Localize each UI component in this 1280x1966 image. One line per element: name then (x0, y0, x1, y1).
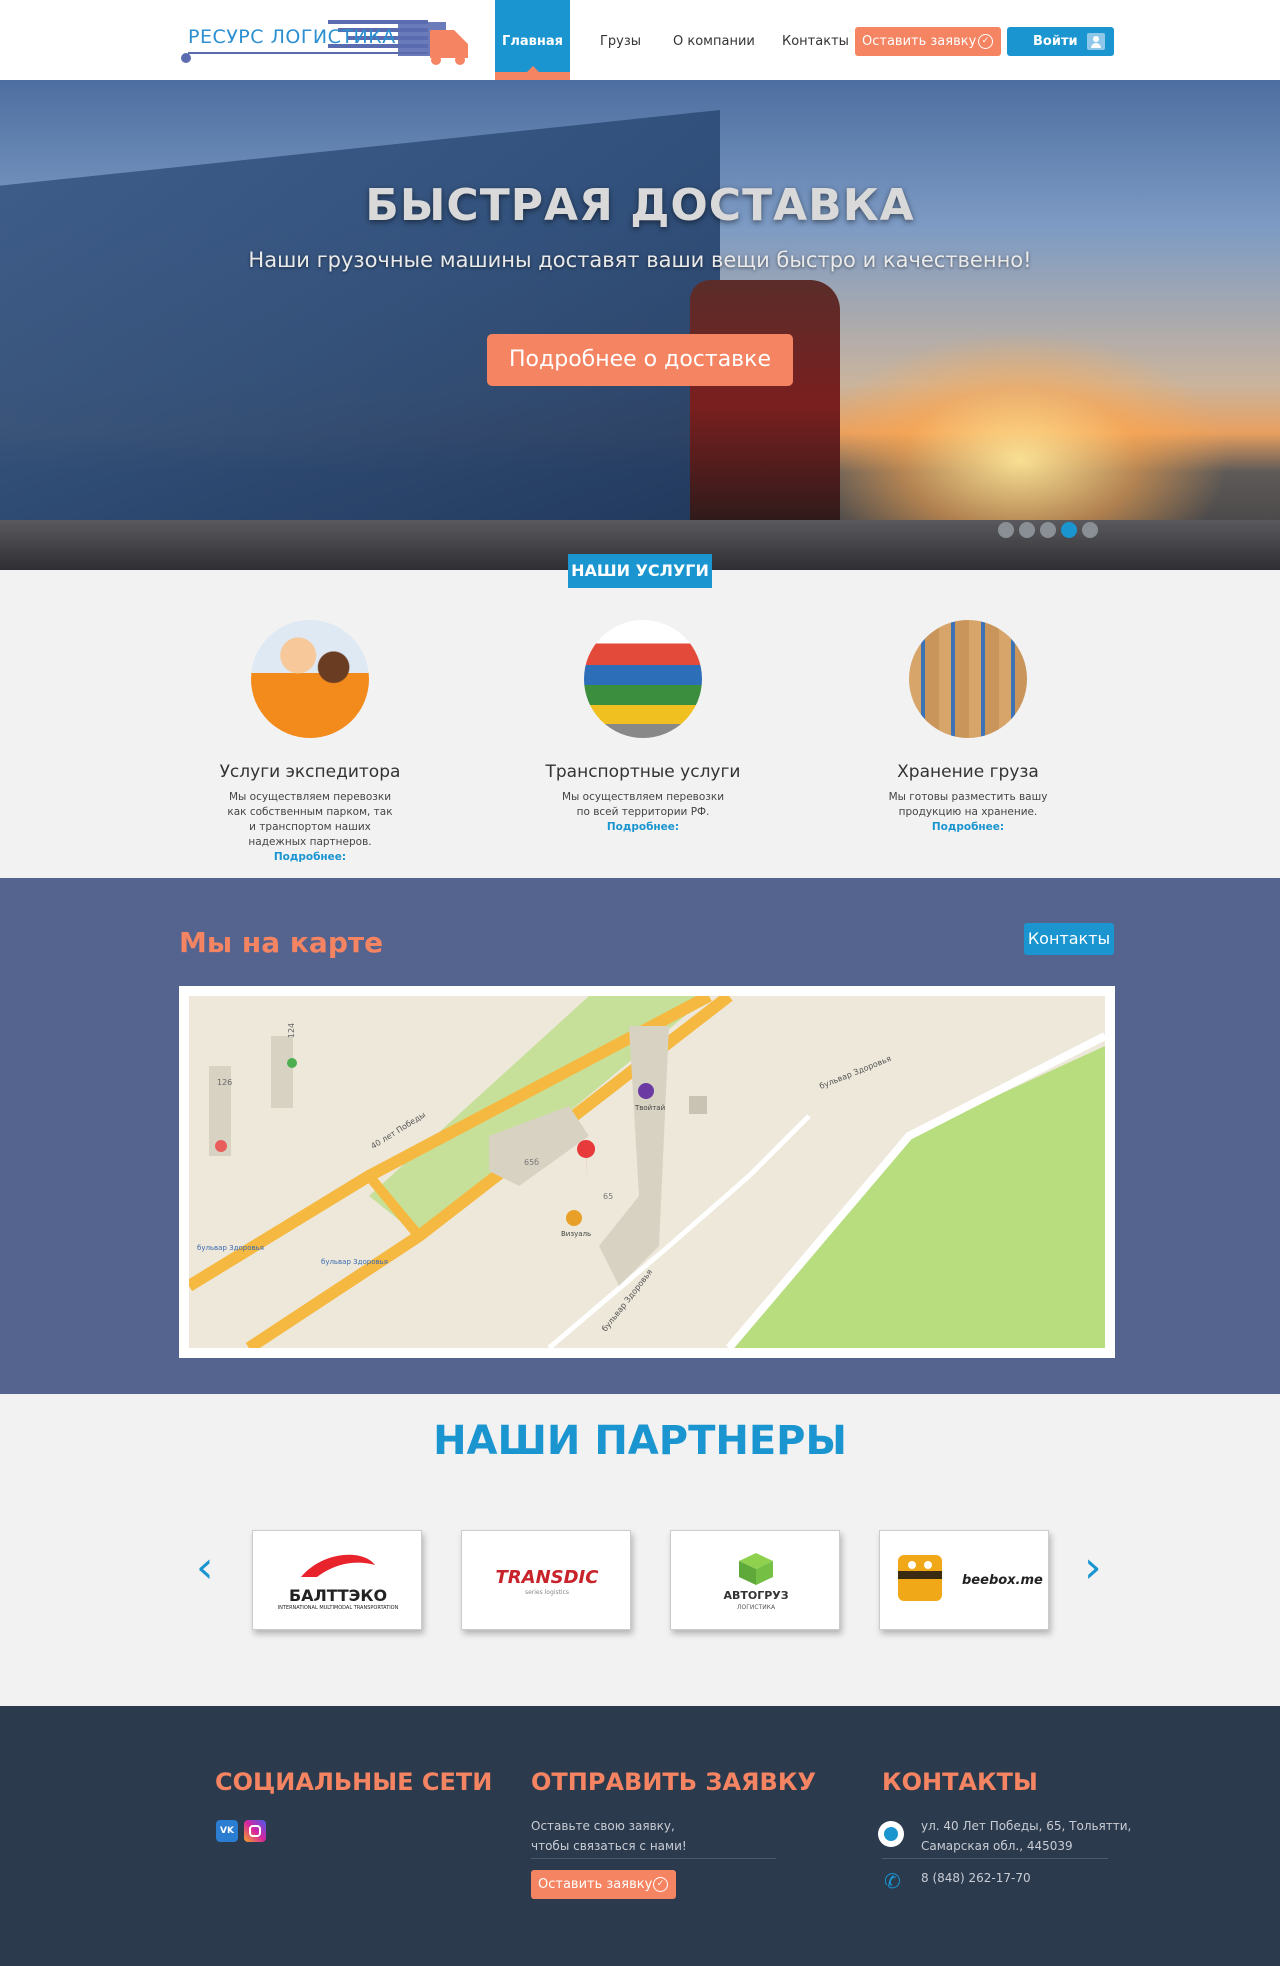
slider-dot-active[interactable] (1061, 522, 1077, 538)
service-title: Услуги экспедитора (219, 762, 401, 782)
service-card-storage: Хранение груза Мы готовы разместить вашу… (838, 620, 1098, 835)
baltteko-logo-icon (301, 1554, 375, 1577)
logo-text: РЕСУРС ЛОГИСТИКА (188, 26, 396, 48)
map-label: бульвар Здоровья (197, 1244, 264, 1252)
order-button[interactable]: Оставить заявку ✓ (855, 27, 1001, 56)
partner-sub: INTERNATIONAL MULTIMODAL TRANSPORTATION (277, 1605, 399, 1611)
footer-phone[interactable]: 8 (848) 262-17-70 (921, 1868, 1031, 1888)
login-button[interactable]: Войти (1007, 27, 1114, 56)
map-label: 65 (603, 1192, 614, 1201)
login-button-label: Войти (1033, 34, 1078, 49)
footer-social-title: СОЦИАЛЬНЫЕ СЕТИ (215, 1768, 493, 1796)
service-desc: Мы готовы разместить вашу продукцию на х… (888, 791, 1048, 818)
partner-name: TRANSDIC (495, 1567, 599, 1588)
map-label: Визуаль (561, 1230, 592, 1238)
services-section: НАШИ УСЛУГИ Услуги экспедитора Мы осущес… (0, 554, 1280, 878)
partners-section: НАШИ ПАРТНЕРЫ ‹ БАЛТТЭКО INTERNATIONAL M… (0, 1394, 1280, 1706)
nav-cargo[interactable]: Грузы (600, 34, 641, 49)
avtogruz-cube-icon (739, 1553, 773, 1585)
nav-active-arrow-icon (527, 66, 539, 72)
service-title: Транспортные услуги (545, 762, 741, 782)
footer-order-text: Оставьте свою заявку, (531, 1819, 675, 1833)
service-card-forwarder: Услуги экспедитора Мы осуществляем перев… (180, 620, 440, 865)
service-card-transport: Транспортные услуги Мы осуществляем пере… (513, 620, 773, 835)
delivery-details-button[interactable]: Подробнее о доставке (487, 334, 793, 386)
footer-contacts-title: КОНТАКТЫ (882, 1768, 1038, 1796)
check-icon: ✓ (978, 34, 993, 49)
partner-sub: ЛОГИСТИКА (736, 1604, 776, 1611)
footer-address: Самарская обл., 445039 (921, 1839, 1073, 1853)
map-label: бульвар Здоровья (321, 1258, 388, 1266)
map[interactable]: 124 126 40 лет Победы бульвар Здоровья б… (189, 996, 1105, 1348)
globe-icon (878, 1821, 904, 1847)
site-header: РЕСУРС ЛОГИСТИКА Главная Грузы О компани… (0, 0, 1280, 80)
storage-photo (909, 620, 1027, 738)
footer-order-title: ОТПРАВИТЬ ЗАЯВКУ (531, 1768, 816, 1796)
transport-photo (584, 620, 702, 738)
footer-order-button-label: Оставить заявку (538, 1877, 653, 1892)
footer-order-text: чтобы связаться с нами! (531, 1839, 687, 1853)
slider-dot[interactable] (1040, 522, 1056, 538)
hero-subtitle: Наши грузочные машины доставят ваши вещи… (248, 248, 1032, 272)
hero-title: БЫСТРАЯ ДОСТАВКА (365, 180, 915, 231)
partner-name: АВТОГРУЗ (723, 1589, 789, 1602)
divider (531, 1858, 776, 1859)
forwarder-photo (251, 620, 369, 738)
slider-dot[interactable] (998, 522, 1014, 538)
phone-icon: ✆ (884, 1869, 901, 1893)
partner-name: БАЛТТЭКО (288, 1586, 388, 1605)
partner-logo-avtogruz[interactable]: АВТОГРУЗ ЛОГИСТИКА (670, 1530, 840, 1630)
map-label: Твойтай (635, 1104, 666, 1112)
logo[interactable]: РЕСУРС ЛОГИСТИКА (178, 16, 478, 68)
map-title: Мы на карте (179, 926, 384, 959)
services-tab: НАШИ УСЛУГИ (568, 554, 712, 588)
hero-slider: БЫСТРАЯ ДОСТАВКА Наши грузочные машины д… (0, 80, 1280, 570)
service-title: Хранение груза (897, 762, 1039, 782)
partners-title: НАШИ ПАРТНЕРЫ (433, 1418, 847, 1464)
partner-logo-beebox[interactable]: beebox.me (879, 1530, 1049, 1630)
service-desc: Мы осуществляем перевозки как собственны… (227, 791, 393, 848)
footer-address: ул. 40 Лет Победы, 65, Тольятти, (921, 1819, 1132, 1833)
partners-prev-arrow-icon[interactable]: ‹ (196, 1546, 214, 1590)
check-icon: ✓ (653, 1877, 668, 1892)
service-more-link[interactable]: Подробнее: (180, 850, 440, 865)
instagram-icon[interactable] (244, 1820, 266, 1842)
map-label: 126 (217, 1078, 233, 1087)
contacts-button[interactable]: Контакты (1024, 923, 1114, 955)
service-more-link[interactable]: Подробнее: (513, 820, 773, 835)
site-footer: СОЦИАЛЬНЫЕ СЕТИ VK ОТПРАВИТЬ ЗАЯВКУ Оста… (0, 1706, 1280, 1966)
map-label: 124 (287, 1022, 297, 1039)
partner-sub: series logistics (524, 1589, 570, 1596)
partners-next-arrow-icon[interactable]: › (1084, 1546, 1102, 1590)
nav-about[interactable]: О компании (673, 34, 755, 49)
nav-contacts[interactable]: Контакты (782, 34, 849, 49)
service-desc: Мы осуществляем перевозки по всей террит… (561, 791, 725, 818)
slider-dot[interactable] (1082, 522, 1098, 538)
map-frame: 124 126 40 лет Победы бульвар Здоровья б… (179, 986, 1115, 1358)
footer-order-button[interactable]: Оставить заявку ✓ (531, 1870, 676, 1899)
vk-icon[interactable]: VK (216, 1820, 238, 1842)
order-button-label: Оставить заявку (862, 34, 977, 49)
slider-dot[interactable] (1019, 522, 1035, 538)
hero-truck-cab (690, 280, 840, 530)
user-icon (1087, 33, 1105, 50)
partner-logo-transdic[interactable]: TRANSDIC series logistics (461, 1530, 631, 1630)
nav-active-indicator (495, 72, 570, 80)
divider (882, 1858, 1108, 1859)
service-more-link[interactable]: Подробнее: (838, 820, 1098, 835)
map-section: Мы на карте Контакты 124 126 40 лет Побе… (0, 878, 1280, 1394)
map-label: 65б (524, 1158, 540, 1167)
map-graphics (189, 996, 1105, 1348)
partner-name: beebox.me (962, 1573, 1043, 1588)
partner-logo-baltteko[interactable]: БАЛТТЭКО INTERNATIONAL MULTIMODAL TRANSP… (252, 1530, 422, 1630)
